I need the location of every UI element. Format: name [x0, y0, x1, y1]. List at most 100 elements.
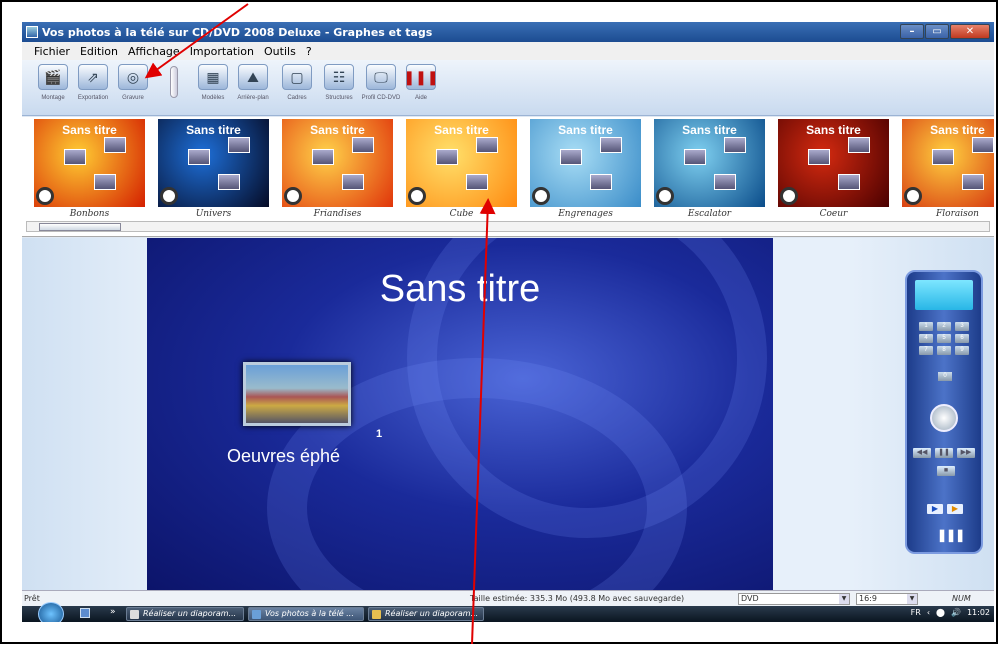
- theme-thumbnail[interactable]: Sans titre: [282, 119, 393, 207]
- remote-key-7[interactable]: 7: [919, 346, 933, 355]
- remote-key-9[interactable]: 9: [955, 346, 969, 355]
- toolbar-structures-button[interactable]: ☷ Structures: [320, 64, 358, 110]
- chapter-thumbnail[interactable]: [243, 362, 351, 426]
- chapter-photo: [352, 137, 374, 153]
- volume-icon[interactable]: 🔊: [951, 608, 961, 617]
- close-button[interactable]: ✕: [950, 24, 990, 39]
- theme-item[interactable]: Sans titre Escalator: [654, 119, 765, 219]
- theme-name: Engrenages: [558, 209, 613, 219]
- toolbar-profil-button[interactable]: 🖵 Profil CD-DVD: [362, 64, 400, 110]
- theme-thumbnail[interactable]: Sans titre: [34, 119, 145, 207]
- menu-importation[interactable]: Importation: [190, 45, 254, 58]
- toolbar-label: Profil CD-DVD: [361, 95, 401, 101]
- theme-item[interactable]: Sans titre Coeur: [778, 119, 889, 219]
- film-reel-icon: [36, 187, 54, 205]
- stop-button[interactable]: ■: [937, 466, 955, 476]
- remote-key-4[interactable]: 4: [919, 334, 933, 343]
- network-icon[interactable]: ⬤: [936, 608, 945, 617]
- scrollbar-thumb[interactable]: [39, 223, 121, 231]
- theme-thumbnail[interactable]: Sans titre: [778, 119, 889, 207]
- minimize-button[interactable]: –: [900, 24, 924, 39]
- remote-key-1[interactable]: 1: [919, 322, 933, 331]
- system-tray: FR ‹ ⬤ 🔊 11:02: [911, 608, 990, 617]
- templates-icon: ▦: [198, 64, 228, 90]
- theme-thumbnail[interactable]: Sans titre: [902, 119, 994, 207]
- chevron-right-icon[interactable]: »: [110, 607, 116, 617]
- theme-name: Univers: [195, 209, 232, 219]
- dvd-menu-preview: Sans titre 1 Oeuvres éphé: [147, 238, 773, 590]
- theme-thumbnail[interactable]: Sans titre: [406, 119, 517, 207]
- toolbar-exportation-button[interactable]: ⇗ Exportation: [74, 64, 112, 110]
- app-window: Vos photos à la télé sur CD/DVD 2008 Del…: [22, 22, 994, 622]
- ratio-select[interactable]: 16:9 ▼: [856, 593, 918, 605]
- dvd-icon[interactable]: [930, 404, 958, 432]
- maximize-button[interactable]: ▭: [925, 24, 949, 39]
- folder-icon: [372, 610, 381, 619]
- film-reel-icon: [780, 187, 798, 205]
- remote-key-2[interactable]: 2: [937, 322, 951, 331]
- theme-item[interactable]: Sans titre Univers: [158, 119, 269, 219]
- remote-key-0[interactable]: 0: [938, 372, 952, 381]
- fast-forward-button[interactable]: ▶▶: [957, 448, 975, 458]
- menu-outils[interactable]: Outils: [264, 45, 296, 58]
- theme-thumbnail-title: Sans titre: [806, 123, 861, 137]
- menu-title[interactable]: Sans titre: [147, 268, 773, 311]
- theme-item[interactable]: Sans titre Cube: [406, 119, 517, 219]
- chevron-down-icon[interactable]: ▼: [839, 594, 849, 604]
- clock[interactable]: 11:02: [967, 608, 990, 617]
- theme-item[interactable]: Sans titre Engrenages: [530, 119, 641, 219]
- chapter-photo: [342, 174, 364, 190]
- toolbar-montage-button[interactable]: 🎬 Montage: [34, 64, 72, 110]
- toolbar-arriere-plan-button[interactable]: ⛰ Arrière-plan: [234, 64, 272, 110]
- remote-transport: ◀◀ ❚❚ ▶▶: [913, 448, 975, 458]
- media-select[interactable]: DVD ▼: [738, 593, 850, 605]
- remote-key-8[interactable]: 8: [937, 346, 951, 355]
- app-icon: [26, 26, 38, 38]
- theme-thumbnail-title: Sans titre: [930, 123, 985, 137]
- next-button[interactable]: ▶: [947, 504, 963, 514]
- play-button[interactable]: ▶: [927, 504, 943, 514]
- toolbar-label: Gravure: [122, 95, 144, 101]
- chevron-down-icon[interactable]: ▼: [907, 594, 917, 604]
- pause-button[interactable]: ❚❚: [935, 448, 953, 458]
- theme-item[interactable]: Sans titre Bonbons: [34, 119, 145, 219]
- remote-play-group: ▶ ▶: [927, 504, 963, 514]
- toolbar-gravure-button[interactable]: ◎ Gravure: [114, 64, 152, 110]
- title-bar[interactable]: Vos photos à la télé sur CD/DVD 2008 Del…: [22, 22, 994, 42]
- theme-thumbnail[interactable]: Sans titre: [530, 119, 641, 207]
- toolbar-label: Cadres: [287, 95, 307, 101]
- remote-logo-icon: ❚❚❚: [937, 528, 965, 542]
- theme-thumbnail[interactable]: Sans titre: [158, 119, 269, 207]
- theme-thumbnail[interactable]: Sans titre: [654, 119, 765, 207]
- theme-scrollbar[interactable]: [26, 221, 990, 232]
- menu-edition[interactable]: Edition: [80, 45, 118, 58]
- menu-help[interactable]: ?: [306, 45, 312, 58]
- show-desktop-icon[interactable]: [80, 608, 90, 618]
- remote-key-6[interactable]: 6: [955, 334, 969, 343]
- chapter-label[interactable]: Oeuvres éphé: [227, 446, 340, 467]
- theme-gallery: Sans titre Bonbons Sans titre Univers Sans t…: [22, 117, 994, 237]
- menu-fichier[interactable]: Fichier: [34, 45, 70, 58]
- theme-thumbnail-title: Sans titre: [682, 123, 737, 137]
- toolbar-label: Modèles: [201, 95, 225, 101]
- toolbar-cadres-button[interactable]: ▢ Cadres: [278, 64, 316, 110]
- theme-item[interactable]: Sans titre Friandises: [282, 119, 393, 219]
- status-ready: Prêt: [24, 594, 40, 603]
- toolbar-label: Structures: [325, 95, 353, 101]
- chapter-photo: [962, 174, 984, 190]
- language-indicator[interactable]: FR: [911, 608, 921, 617]
- chevron-left-icon[interactable]: ‹: [927, 608, 930, 617]
- rewind-button[interactable]: ◀◀: [913, 448, 931, 458]
- taskbar-item[interactable]: Réaliser un diaporam...: [368, 607, 484, 621]
- taskbar-item[interactable]: Vos photos à la télé ...: [248, 607, 364, 621]
- windows-taskbar: » Réaliser un diaporam... Vos photos à l…: [22, 602, 994, 622]
- chapter-photo: [228, 137, 250, 153]
- toolbar-modeles-button[interactable]: ▦ Modèles: [194, 64, 232, 110]
- menu-affichage[interactable]: Affichage: [128, 45, 180, 58]
- remote-key-3[interactable]: 3: [955, 322, 969, 331]
- remote-key-5[interactable]: 5: [937, 334, 951, 343]
- taskbar-item[interactable]: Réaliser un diaporam...: [126, 607, 244, 621]
- toolbar-aide-button[interactable]: ❚❚❚ Aide: [402, 64, 440, 110]
- start-button[interactable]: [38, 602, 64, 622]
- theme-item[interactable]: Sans titre Floraison: [902, 119, 994, 219]
